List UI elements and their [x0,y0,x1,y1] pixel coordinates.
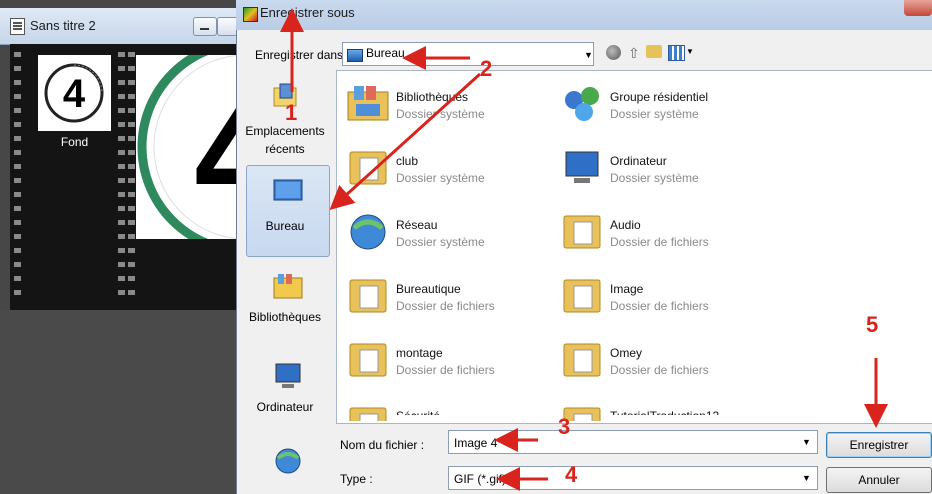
annotation-5: 5 [866,312,879,337]
annotation-2: 2 [480,56,493,81]
annotation-1: 1 [285,100,298,125]
annotation-4: 4 [565,462,578,487]
arrow-2a [329,72,482,211]
annotation-arrows [280,8,888,491]
annotation-3: 3 [558,414,571,439]
